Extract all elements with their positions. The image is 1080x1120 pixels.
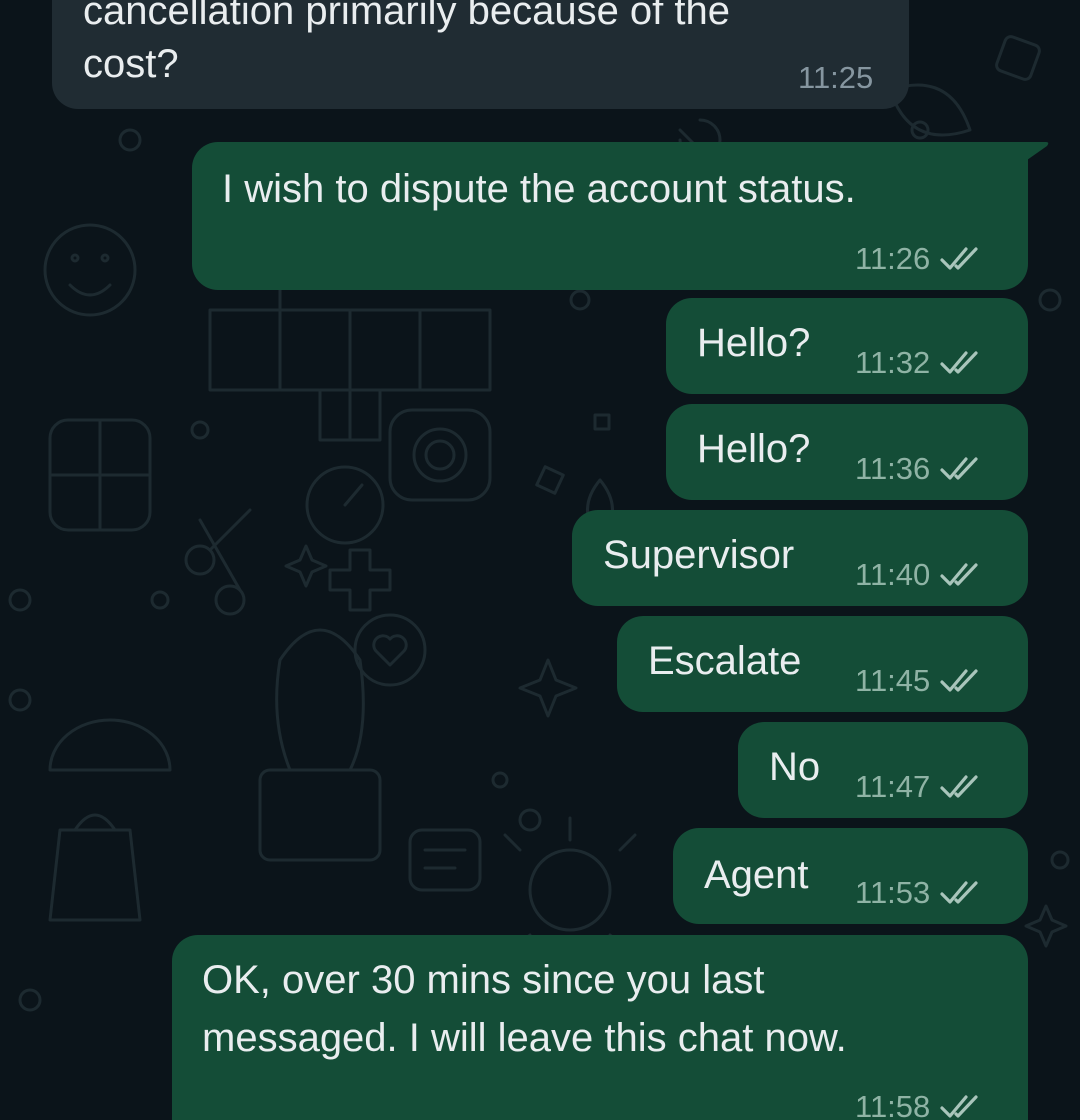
- message-meta: 11:32: [855, 343, 982, 383]
- double-check-icon: [940, 563, 978, 586]
- message-meta: 11:58: [855, 1087, 982, 1120]
- double-check-icon: [940, 669, 978, 692]
- outgoing-message[interactable]: Hello? 11:32: [666, 298, 1028, 394]
- outgoing-message[interactable]: I wish to dispute the account status. 11…: [192, 142, 1028, 290]
- message-text: Hello?: [697, 427, 811, 471]
- message-time: 11:26: [855, 241, 931, 276]
- message-meta: 11:25: [798, 58, 873, 98]
- double-check-icon: [940, 881, 978, 904]
- outgoing-message[interactable]: No 11:47: [738, 722, 1028, 818]
- double-check-icon: [940, 247, 978, 270]
- message-text: Hello?: [697, 321, 811, 365]
- message-meta: 11:26: [855, 239, 982, 279]
- message-time: 11:32: [855, 345, 931, 380]
- message-text: Supervisor: [603, 533, 795, 577]
- double-check-icon: [940, 1095, 978, 1118]
- message-meta: 11:47: [855, 767, 982, 807]
- message-text-line-1: cancellation primarily because of the: [83, 0, 731, 33]
- message-time: 11:58: [855, 1089, 931, 1120]
- double-check-icon: [940, 775, 978, 798]
- outgoing-message[interactable]: Supervisor 11:40: [572, 510, 1028, 606]
- message-text-line-1: OK, over 30 mins since you last: [202, 958, 765, 1002]
- message-meta: 11:53: [855, 873, 982, 913]
- double-check-icon: [940, 457, 978, 480]
- message-meta: 11:36: [855, 449, 982, 489]
- outgoing-message[interactable]: OK, over 30 mins since you last messaged…: [172, 935, 1028, 1120]
- message-text: I wish to dispute the account status.: [222, 167, 856, 211]
- message-meta: 11:40: [855, 555, 982, 595]
- message-time: 11:36: [855, 451, 931, 486]
- message-text-line-2: cost?: [83, 42, 179, 86]
- message-text: Escalate: [648, 639, 802, 683]
- outgoing-message[interactable]: Escalate 11:45: [617, 616, 1028, 712]
- outgoing-message[interactable]: Agent 11:53: [673, 828, 1028, 924]
- double-check-icon: [940, 351, 978, 374]
- message-text: No: [769, 745, 821, 789]
- outgoing-message[interactable]: Hello? 11:36: [666, 404, 1028, 500]
- message-time: 11:40: [855, 557, 931, 592]
- message-time: 11:25: [798, 60, 874, 95]
- message-time: 11:47: [855, 769, 931, 804]
- message-meta: 11:45: [855, 661, 982, 701]
- chat-window[interactable]: cancellation primarily because of the co…: [0, 0, 1080, 1120]
- message-time: 11:45: [855, 663, 931, 698]
- message-time: 11:53: [855, 875, 931, 910]
- incoming-message[interactable]: cancellation primarily because of the co…: [52, 0, 909, 109]
- message-text: Agent: [704, 853, 809, 897]
- message-text-line-2: messaged. I will leave this chat now.: [202, 1016, 847, 1060]
